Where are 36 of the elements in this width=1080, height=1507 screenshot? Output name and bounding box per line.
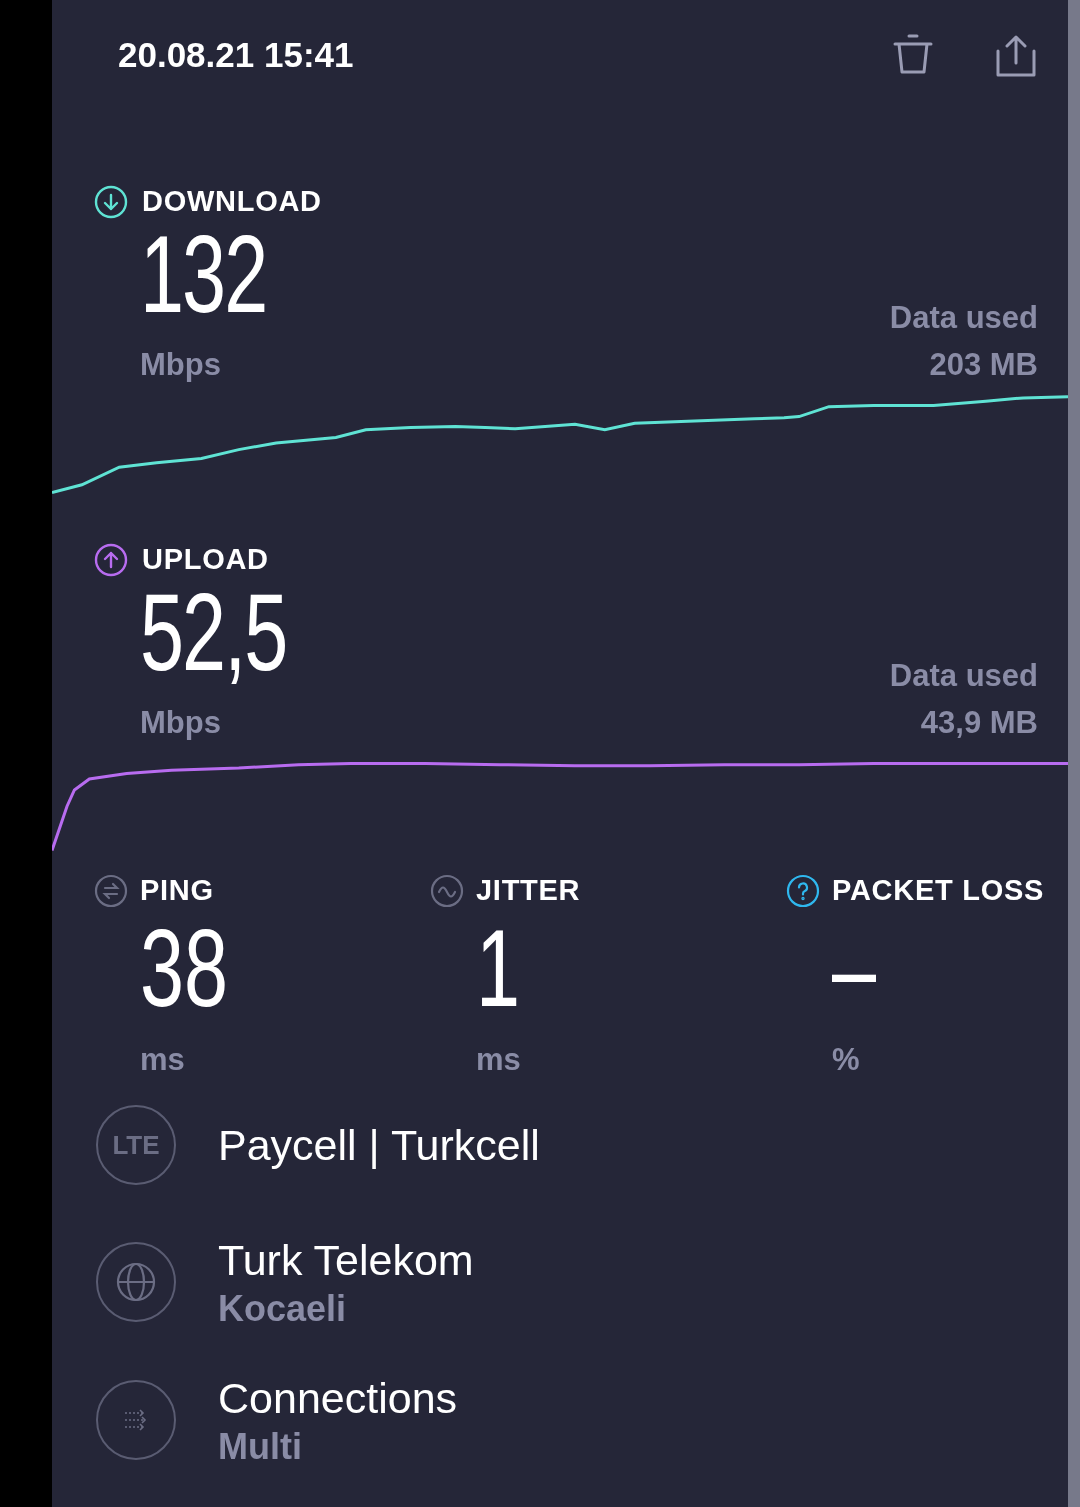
data-used-label: Data used [889, 657, 1038, 695]
help-icon[interactable] [786, 873, 820, 908]
detail-subtitle: Multi [218, 1425, 303, 1469]
scrollbar[interactable] [1068, 0, 1080, 1507]
globe-icon [96, 1242, 176, 1322]
network-type-badge: LTE [96, 1105, 176, 1185]
stat-unit: ms [476, 1040, 522, 1079]
share-icon [994, 33, 1038, 77]
stat-value: 38 [140, 912, 229, 1023]
speed-label: DOWNLOAD [142, 184, 322, 219]
stat-value: 1 [476, 912, 521, 1023]
share-button[interactable] [994, 33, 1038, 77]
arrows-icon [96, 1380, 176, 1460]
test-timestamp: 20.08.21 15:41 [118, 33, 355, 76]
stat-label: JITTER [476, 873, 581, 908]
data-used-value: 43,9 MB [920, 703, 1038, 742]
speed-value: 132 [140, 223, 267, 324]
ping-icon [94, 873, 128, 908]
detail-title: Connections [218, 1373, 458, 1424]
trash-icon [892, 33, 934, 77]
stat-label: PING [140, 873, 214, 908]
detail-title: Turk Telekom [218, 1235, 474, 1286]
speed-value: 52,5 [140, 581, 287, 682]
stat-value: – [832, 912, 877, 1023]
delete-button[interactable] [892, 33, 934, 77]
stat-unit: % [832, 1040, 861, 1079]
detail-title: Paycell | Turkcell [218, 1120, 540, 1171]
data-used-label: Data used [889, 299, 1038, 337]
speed-label: UPLOAD [142, 542, 269, 577]
stat-unit: ms [140, 1040, 186, 1079]
detail-subtitle: Kocaeli [218, 1287, 348, 1331]
wave-icon [430, 873, 464, 908]
speed-unit: Mbps [140, 703, 222, 742]
speed-unit: Mbps [140, 345, 222, 384]
stat-label: PACKET LOSS [832, 873, 1045, 908]
data-used-value: 203 MB [929, 345, 1038, 384]
